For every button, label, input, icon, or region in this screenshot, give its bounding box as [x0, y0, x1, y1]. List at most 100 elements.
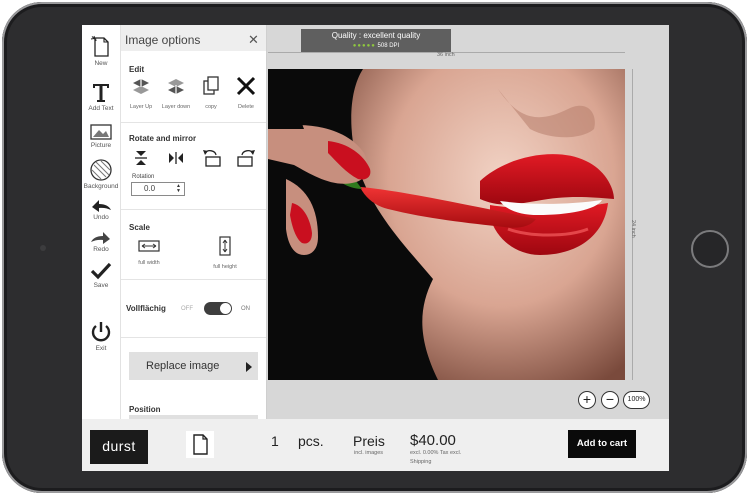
- rotation-value: 0.0: [144, 184, 156, 193]
- copy-label: copy: [205, 104, 217, 110]
- chevron-right-icon: [246, 362, 252, 372]
- picture-label: Picture: [90, 142, 112, 149]
- fill-toggle[interactable]: [204, 302, 232, 315]
- quality-dots: ●●●●●: [352, 43, 376, 49]
- layer-up-label: Layer Up: [129, 104, 153, 110]
- add-text-label: Add Text: [88, 105, 114, 112]
- redo-icon: [91, 232, 110, 244]
- save-label: Save: [93, 282, 109, 289]
- quality-text: Quality : excellent quality: [331, 31, 421, 40]
- rotate-right-button[interactable]: [235, 148, 257, 173]
- add-to-cart-button[interactable]: Add to cart: [568, 430, 636, 458]
- exit-label: Exit: [95, 345, 107, 352]
- quality-dpi: 508 DPI: [377, 43, 400, 49]
- zoom-in-button[interactable]: +: [578, 391, 596, 409]
- new-file-icon: [90, 35, 109, 57]
- layer-down-button[interactable]: Layer down: [159, 77, 193, 110]
- quality-dpi-row: ●●●●● 508 DPI: [301, 42, 451, 50]
- scale-section-title: Scale: [129, 223, 150, 232]
- divider: [121, 337, 266, 338]
- layer-up-icon: [133, 78, 149, 94]
- height-label: 24 inch: [630, 220, 636, 238]
- checkmark-icon: [90, 262, 112, 280]
- bottom-bar: durst 1 pcs. Preis incl. images $40.00 e…: [82, 419, 669, 471]
- copy-icon: [203, 76, 219, 95]
- fill-section-title: Vollflächig: [126, 304, 166, 313]
- toggle-on-label: ON: [241, 306, 250, 312]
- panel-title: Image options: [125, 33, 201, 47]
- flip-vertical-button[interactable]: [131, 149, 151, 172]
- price-value: $40.00: [410, 432, 456, 449]
- price-sub-label: incl. images: [354, 450, 384, 456]
- quantity-value[interactable]: 1: [271, 433, 279, 449]
- full-height-button[interactable]: full height: [195, 235, 255, 270]
- rotate-left-icon: [203, 150, 221, 167]
- save-button[interactable]: Save: [82, 261, 120, 289]
- tax-note: excl. 0.00% Tax excl.: [410, 450, 462, 456]
- picture-icon: [90, 124, 112, 140]
- background-button[interactable]: Background: [82, 158, 120, 190]
- delete-button[interactable]: Delete: [231, 75, 261, 110]
- divider: [121, 209, 266, 210]
- zoom-out-button[interactable]: −: [601, 391, 619, 409]
- new-label: New: [94, 60, 108, 67]
- layer-up-button[interactable]: Layer Up: [125, 77, 157, 110]
- zoom-level-button[interactable]: 100%: [623, 391, 650, 409]
- undo-label: Undo: [93, 214, 109, 221]
- undo-icon: [92, 200, 111, 212]
- rotate-section-title: Rotate and mirror: [129, 134, 197, 143]
- copy-button[interactable]: copy: [197, 75, 225, 110]
- redo-label: Redo: [93, 246, 109, 253]
- flip-horizontal-button[interactable]: [166, 149, 186, 172]
- full-height-icon: [219, 236, 231, 256]
- background-label: Background: [83, 183, 119, 190]
- panel-header: Image options ✕: [121, 25, 266, 51]
- camera-icon: [40, 245, 46, 251]
- full-width-label: full width: [138, 260, 160, 266]
- divider: [121, 122, 266, 123]
- document-button[interactable]: [186, 431, 214, 458]
- flip-horizontal-icon: [169, 152, 183, 164]
- width-label: 36 inch: [437, 52, 455, 58]
- designer-screen: New Add Text Picture Background Undo Red…: [82, 25, 669, 471]
- add-text-button[interactable]: Add Text: [82, 80, 120, 112]
- background-icon: [90, 159, 112, 181]
- new-button[interactable]: New: [82, 35, 120, 67]
- document-icon: [193, 434, 208, 455]
- close-icon[interactable]: ✕: [248, 32, 259, 48]
- replace-image-button[interactable]: Replace image: [129, 352, 258, 380]
- undo-button[interactable]: Undo: [82, 197, 120, 221]
- left-toolbar: New Add Text Picture Background Undo Red…: [82, 25, 121, 419]
- tablet-frame: New Add Text Picture Background Undo Red…: [2, 2, 747, 493]
- full-width-button[interactable]: full width: [123, 239, 175, 266]
- picture-button[interactable]: Picture: [82, 123, 120, 149]
- exit-button[interactable]: Exit: [82, 320, 120, 352]
- rotation-stepper[interactable]: ▲ ▼: [176, 184, 181, 194]
- delete-icon: [236, 76, 256, 96]
- home-button[interactable]: [691, 230, 729, 268]
- edit-section-title: Edit: [129, 65, 145, 74]
- rotation-label: Rotation: [132, 174, 155, 180]
- canvas-image[interactable]: [268, 69, 625, 380]
- price-label: Preis: [353, 433, 385, 449]
- brand-logo: durst: [90, 430, 148, 464]
- rotation-input[interactable]: 0.0 ▲ ▼: [131, 182, 185, 196]
- redo-button[interactable]: Redo: [82, 229, 120, 253]
- quality-badge: Quality : excellent quality ●●●●● 508 DP…: [301, 29, 451, 52]
- toggle-off-label: OFF: [181, 306, 193, 312]
- quantity-unit: pcs.: [298, 433, 324, 449]
- full-height-label: full height: [213, 264, 237, 270]
- position-section-title: Position: [129, 405, 161, 414]
- delete-label: Delete: [238, 104, 254, 110]
- layer-down-label: Layer down: [161, 104, 191, 110]
- image-options-panel: Image options ✕ Edit Layer Up Layer down…: [121, 25, 267, 419]
- flip-vertical-icon: [135, 151, 147, 165]
- divider: [121, 279, 266, 280]
- rotate-right-icon: [237, 150, 255, 167]
- text-icon: [93, 84, 109, 102]
- shipping-note: Shipping: [410, 459, 432, 465]
- replace-image-label: Replace image: [146, 360, 220, 372]
- toggle-knob: [220, 303, 231, 314]
- photo-illustration: [268, 69, 625, 380]
- rotate-left-button[interactable]: [201, 148, 223, 173]
